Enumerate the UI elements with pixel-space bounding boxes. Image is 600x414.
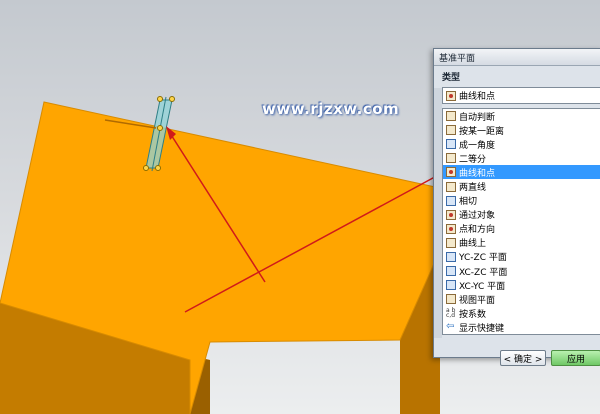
ok-button[interactable]: < 确定 >: [500, 350, 546, 366]
type-option-list[interactable]: 自动判断 按某一距离 成一角度 二等分 曲线和点 两直线 相切 通过对象 点和方…: [442, 108, 600, 335]
type-option[interactable]: 二等分: [443, 151, 600, 165]
datum-handle-top-right[interactable]: [169, 96, 175, 102]
view-plane-icon: [446, 294, 456, 305]
type-option[interactable]: YC-ZC 平面: [443, 250, 600, 264]
on-curve-icon: [446, 237, 456, 248]
dialog-body: 类型 曲线和点 自动判断 按某一距离 成一角度 二等分 曲线和点 两直线 相切 …: [434, 66, 600, 366]
type-option-label: 二等分: [459, 154, 487, 165]
type-dropdown[interactable]: 曲线和点: [442, 87, 600, 104]
type-option[interactable]: 视图平面: [443, 292, 600, 306]
type-option[interactable]: 点和方向: [443, 222, 600, 236]
datum-handle-top-left[interactable]: [157, 96, 163, 102]
type-option-label: 通过对象: [459, 211, 496, 222]
type-option-label: 两直线: [459, 183, 487, 194]
type-option[interactable]: 相切: [443, 194, 600, 208]
type-option[interactable]: 两直线: [443, 179, 600, 193]
type-option-label: 曲线和点: [459, 168, 496, 179]
type-option-label: XC-ZC 平面: [459, 267, 508, 278]
type-option[interactable]: 曲线上: [443, 236, 600, 250]
type-option-label: 曲线上: [459, 239, 487, 250]
type-option-label: 按系数: [459, 309, 487, 320]
type-option-label: 显示快捷键: [459, 323, 505, 334]
type-option[interactable]: XC-YC 平面: [443, 278, 600, 292]
bisector-icon: [446, 153, 456, 164]
type-option[interactable]: 通过对象: [443, 208, 600, 222]
type-option[interactable]: 按某一距离: [443, 123, 600, 137]
datum-handle-mid[interactable]: [157, 125, 163, 131]
type-option[interactable]: XC-ZC 平面: [443, 264, 600, 278]
type-option[interactable]: 显示快捷键: [443, 320, 600, 334]
type-option[interactable]: 按系数: [443, 306, 600, 320]
angle-icon: [446, 139, 456, 150]
xc-zc-plane-icon: [446, 266, 456, 277]
type-option-label: 成一角度: [459, 140, 496, 151]
curve-point-icon: [446, 167, 456, 178]
yc-zc-plane-icon: [446, 251, 456, 262]
watermark-text: www.rjzxw.com: [262, 100, 400, 118]
type-option[interactable]: 自动判断: [443, 109, 600, 123]
coefficients-icon: [446, 308, 456, 318]
datum-plane-dialog[interactable]: 基准平面 类型 曲线和点 自动判断 按某一距离 成一角度 二等分 曲线和点 两直…: [433, 48, 600, 366]
curve-point-icon: [446, 90, 456, 101]
type-option[interactable]: 成一角度: [443, 137, 600, 151]
type-option-label: XC-YC 平面: [459, 281, 506, 292]
datum-handle-bottom-right[interactable]: [155, 165, 161, 171]
dialog-button-row: < 确定 > 应用: [434, 350, 600, 370]
shortcut-arrow-icon: [446, 322, 456, 332]
xc-yc-plane-icon: [446, 280, 456, 291]
distance-icon: [446, 125, 456, 136]
type-option-label: YC-ZC 平面: [459, 253, 507, 264]
auto-infer-icon: [446, 111, 456, 122]
two-lines-icon: [446, 181, 456, 192]
type-option-label: 自动判断: [459, 112, 496, 123]
type-option-selected[interactable]: 曲线和点: [443, 165, 600, 180]
type-option-label: 视图平面: [459, 295, 496, 306]
datum-handle-bottom-left[interactable]: [143, 165, 149, 171]
type-option-label: 点和方向: [459, 225, 496, 236]
point-direction-icon: [446, 223, 456, 234]
type-dropdown-value: 曲线和点: [459, 92, 496, 102]
tangent-icon: [446, 195, 456, 206]
dialog-title[interactable]: 基准平面: [434, 49, 600, 66]
dialog-left-edge: [434, 88, 442, 338]
type-section-label: 类型: [442, 73, 461, 83]
apply-button[interactable]: 应用: [551, 350, 600, 366]
type-option-label: 相切: [459, 197, 478, 208]
through-object-icon: [446, 209, 456, 220]
type-option-label: 按某一距离: [459, 126, 505, 137]
